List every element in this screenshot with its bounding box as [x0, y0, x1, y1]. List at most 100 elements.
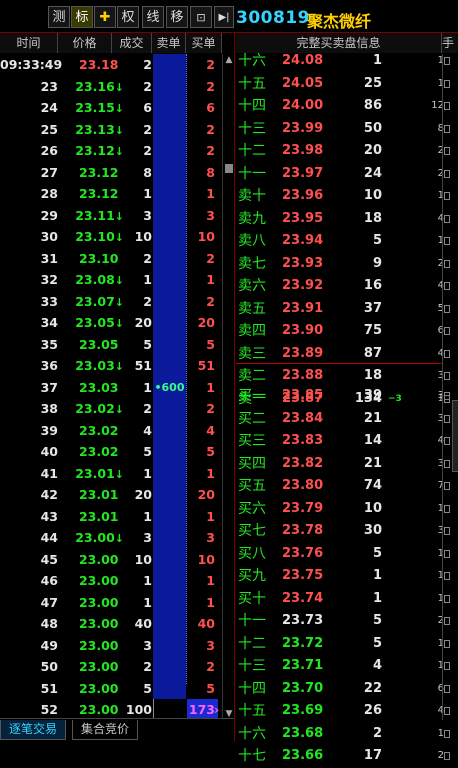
- tick-row[interactable]: 26 23.12↓ 2 2: [0, 140, 234, 162]
- bid-row[interactable]: 买十 23.74 1 1: [236, 588, 458, 611]
- tick-row[interactable]: 27 23.12 8 8: [0, 161, 234, 183]
- bid-row[interactable]: 买六 23.79 10 1: [236, 498, 458, 521]
- level-detail-box[interactable]: [444, 79, 450, 88]
- header-sell-order[interactable]: 卖单: [152, 33, 186, 53]
- tick-row[interactable]: 09:33:49 23.18 2 2: [0, 54, 234, 76]
- tick-row[interactable]: 50 23.00 2 2: [0, 656, 234, 678]
- bid-row[interactable]: 十六 23.68 2 1: [236, 723, 458, 746]
- ask-row[interactable]: 卖九 23.95 18 4: [236, 208, 458, 231]
- level-detail-box[interactable]: [444, 729, 450, 738]
- bid-row[interactable]: 十四 23.70 22 6: [236, 678, 458, 701]
- ask-row[interactable]: 卖四 23.90 75 6: [236, 320, 458, 343]
- level-detail-box[interactable]: [444, 327, 450, 335]
- tick-row[interactable]: 41 23.01↓ 1 1: [0, 462, 234, 484]
- tick-row[interactable]: 46 23.00 1 1: [0, 570, 234, 592]
- level-detail-box[interactable]: [444, 57, 450, 65]
- level-detail-box[interactable]: [444, 169, 450, 178]
- bid-row[interactable]: 十一 23.73 5 2: [236, 610, 458, 633]
- header-price[interactable]: 价格: [58, 33, 112, 53]
- ask-row[interactable]: 十四 24.00 86 12: [236, 95, 458, 118]
- level-detail-box[interactable]: [444, 124, 450, 133]
- ask-row[interactable]: 卖三 23.89 87 4: [236, 343, 458, 366]
- header-volume[interactable]: 成交: [112, 33, 152, 53]
- tick-row[interactable]: 28 23.12 1 1: [0, 183, 234, 205]
- next-icon[interactable]: ▶|: [214, 6, 234, 28]
- book-scroll-thumb[interactable]: [452, 400, 458, 472]
- tab-tick-trades[interactable]: 逐笔交易: [0, 720, 67, 740]
- level-detail-box[interactable]: [444, 259, 450, 268]
- tick-row[interactable]: 31 23.10 2 2: [0, 247, 234, 269]
- bid-row[interactable]: 买一 23.85 39 3: [236, 385, 458, 408]
- level-detail-box[interactable]: [444, 707, 450, 715]
- level-detail-box[interactable]: [444, 752, 450, 760]
- rights-button[interactable]: 权: [117, 6, 139, 28]
- level-detail-box[interactable]: [444, 504, 450, 513]
- level-detail-box[interactable]: [444, 639, 450, 648]
- bid-row[interactable]: 买七 23.78 30 3: [236, 520, 458, 543]
- level-detail-box[interactable]: [444, 237, 450, 245]
- tick-row[interactable]: 23 23.16↓ 2 2: [0, 75, 234, 97]
- tick-row[interactable]: 25 23.13↓ 2 2: [0, 118, 234, 140]
- level-detail-box[interactable]: [444, 572, 450, 580]
- tick-row[interactable]: 42 23.01 20 20: [0, 484, 234, 506]
- line-button[interactable]: 线: [142, 6, 164, 28]
- tick-row[interactable]: 30 23.10↓ 10 10: [0, 226, 234, 248]
- level-detail-box[interactable]: [444, 662, 450, 670]
- tick-row[interactable]: 29 23.11↓ 3 3: [0, 204, 234, 226]
- tick-row[interactable]: 45 23.00 10 10: [0, 548, 234, 570]
- level-detail-box[interactable]: [444, 549, 450, 558]
- bid-row[interactable]: 十五 23.69 26 4: [236, 700, 458, 723]
- bid-row[interactable]: 买五 23.80 74 7: [236, 475, 458, 498]
- bid-row[interactable]: 买九 23.75 1 1: [236, 565, 458, 588]
- bid-row[interactable]: 买八 23.76 5 1: [236, 543, 458, 566]
- level-detail-box[interactable]: [444, 527, 450, 535]
- bid-row[interactable]: 买三 23.83 14 4: [236, 430, 458, 453]
- ask-row[interactable]: 十六 24.08 1 1: [236, 50, 458, 73]
- scroll-thumb[interactable]: [225, 164, 233, 173]
- tick-row[interactable]: 33 23.07↓ 2 2: [0, 290, 234, 312]
- level-detail-box[interactable]: [444, 594, 450, 603]
- level-detail-box[interactable]: [444, 684, 450, 693]
- tick-row[interactable]: 37 23.03 1 •600 1: [0, 376, 234, 398]
- level-detail-box[interactable]: [444, 214, 450, 223]
- bid-row[interactable]: 买四 23.82 21 3: [236, 453, 458, 476]
- ask-row[interactable]: 十三 23.99 50 8: [236, 118, 458, 141]
- bid-row[interactable]: 十七 23.66 17 2: [236, 745, 458, 768]
- tick-row[interactable]: 39 23.02 4 4: [0, 419, 234, 441]
- ask-row[interactable]: 十五 24.05 25 1: [236, 73, 458, 96]
- level-detail-box[interactable]: [444, 372, 450, 380]
- bid-row[interactable]: 十二 23.72 5 1: [236, 633, 458, 656]
- header-time[interactable]: 时间: [0, 33, 58, 53]
- tick-row[interactable]: 40 23.02 5 5: [0, 441, 234, 463]
- level-detail-box[interactable]: [444, 437, 450, 445]
- level-detail-box[interactable]: [444, 349, 450, 358]
- mark-button[interactable]: 标: [71, 6, 93, 28]
- tick-row[interactable]: 51 23.00 5 5: [0, 677, 234, 699]
- ask-row[interactable]: 卖六 23.92 16 4: [236, 275, 458, 298]
- tick-row[interactable]: 44 23.00↓ 3 3: [0, 527, 234, 549]
- level-detail-box[interactable]: [444, 617, 450, 625]
- bid-row[interactable]: 买二 23.84 21 3: [236, 408, 458, 431]
- tick-row[interactable]: 43 23.01 1 1: [0, 505, 234, 527]
- ask-row[interactable]: 十一 23.97 24 2: [236, 163, 458, 186]
- ask-row[interactable]: 十二 23.98 20 2: [236, 140, 458, 163]
- level-detail-box[interactable]: [444, 392, 450, 400]
- level-detail-box[interactable]: [444, 459, 450, 468]
- level-detail-box[interactable]: [444, 192, 450, 200]
- level-detail-box[interactable]: [444, 482, 450, 490]
- ask-row[interactable]: 卖八 23.94 5 1: [236, 230, 458, 253]
- ask-row[interactable]: 卖十 23.96 10 1: [236, 185, 458, 208]
- measure-button[interactable]: 测: [48, 6, 70, 28]
- tick-row[interactable]: 34 23.05↓ 20 20: [0, 312, 234, 334]
- tick-row[interactable]: 48 23.00 40 40: [0, 613, 234, 635]
- tick-row[interactable]: 36 23.03↓ 51 51: [0, 355, 234, 377]
- header-buy-order[interactable]: 买单: [186, 33, 222, 53]
- tick-row[interactable]: 49 23.00 3 3: [0, 634, 234, 656]
- bid-row[interactable]: 十三 23.71 4 1: [236, 655, 458, 678]
- ask-row[interactable]: 卖五 23.91 37 5: [236, 298, 458, 321]
- window-icon[interactable]: ⊡: [190, 6, 212, 28]
- level-detail-box[interactable]: [444, 304, 450, 313]
- move-button[interactable]: 移: [166, 6, 188, 28]
- level-detail-box[interactable]: [444, 147, 450, 155]
- level-detail-box[interactable]: [444, 102, 450, 110]
